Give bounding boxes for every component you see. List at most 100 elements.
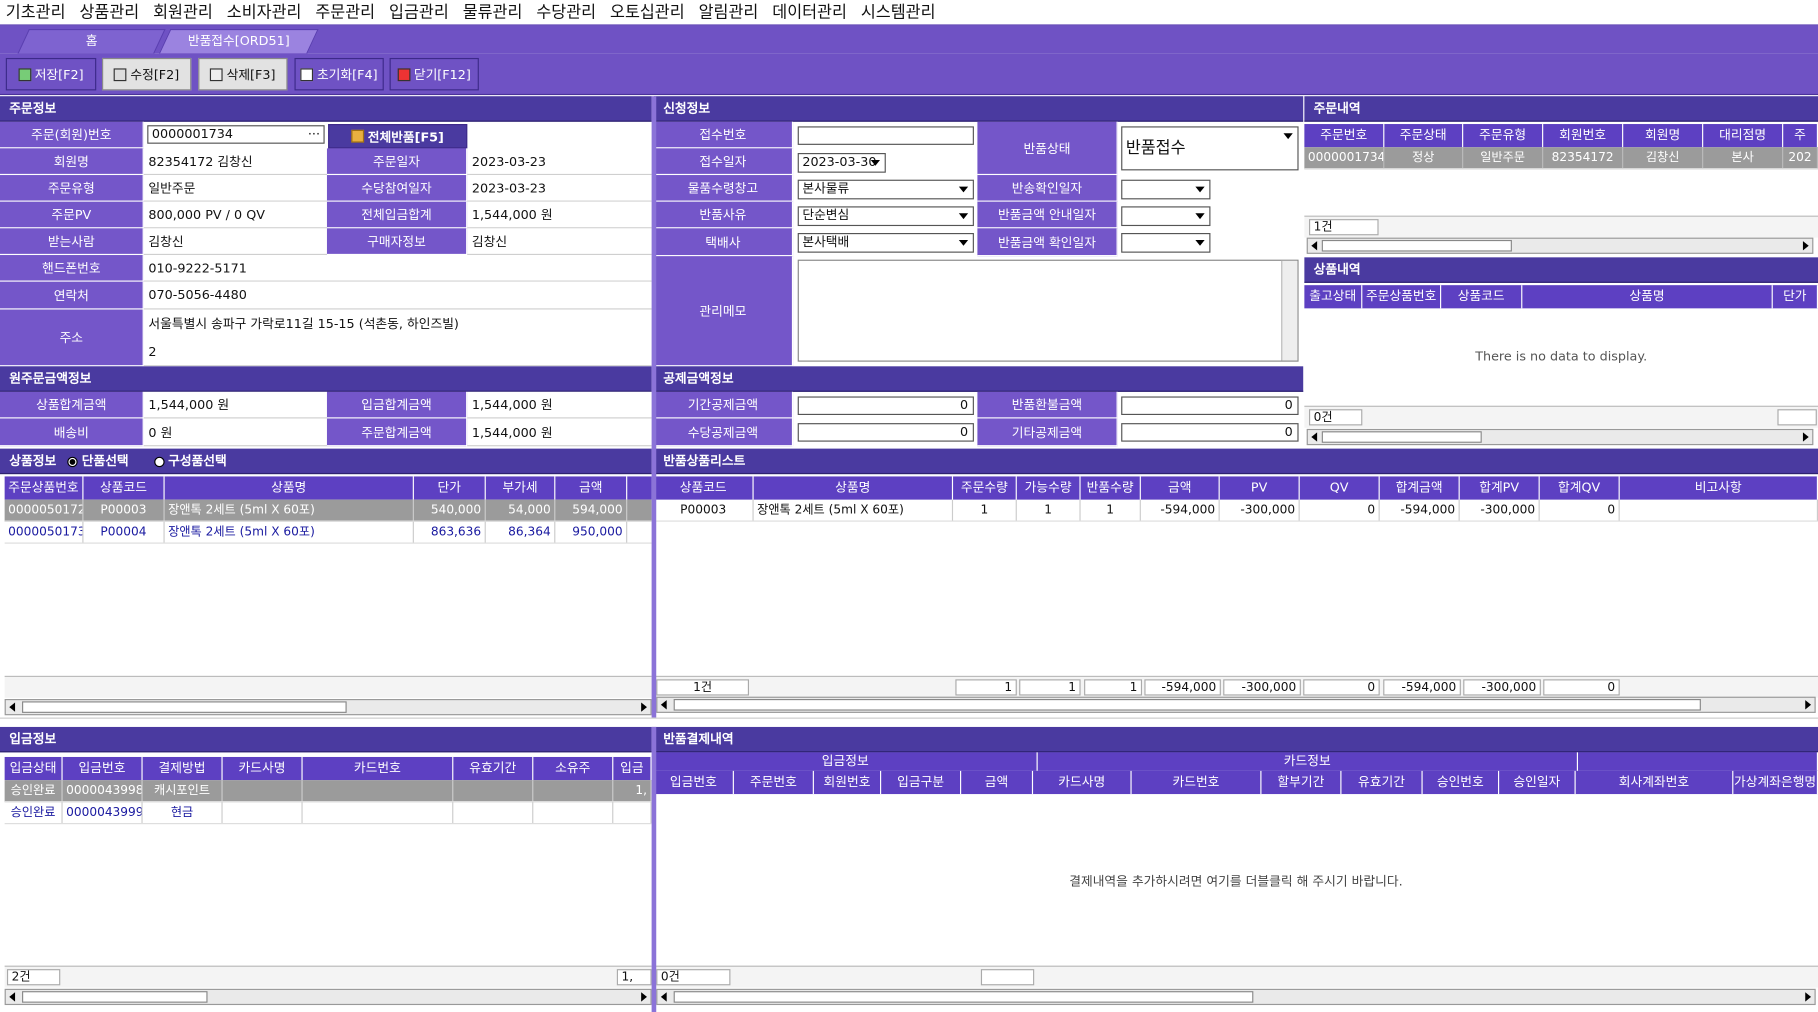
memo-scrollbar[interactable] (1281, 260, 1298, 361)
menu-item-0[interactable]: 기초관리 (0, 0, 74, 24)
single-product-radio[interactable] (67, 456, 79, 467)
column-header[interactable]: 단가 (414, 476, 486, 500)
horizontal-splitter[interactable] (0, 717, 1818, 727)
column-header[interactable]: 대리점명 (1703, 124, 1784, 148)
table-row[interactable]: P00003 장앤톡 2세트 (5ml X 60포) 1 1 1 -594,000 -300… (653, 499, 1818, 522)
ellipsis-icon[interactable]: ··· (308, 126, 320, 142)
scroll-left-icon[interactable] (9, 992, 16, 1002)
column-header[interactable]: QV (1300, 476, 1380, 500)
menu-item-5[interactable]: 입금관리 (383, 0, 457, 24)
courier-select[interactable]: 본사택배 (797, 233, 974, 253)
menu-item-3[interactable]: 소비자관리 (221, 0, 310, 24)
menu-item-6[interactable]: 물류관리 (457, 0, 531, 24)
scroll-right-icon[interactable] (641, 992, 647, 1002)
column-header[interactable]: 가상계좌은행명 (1733, 770, 1818, 795)
tab-home[interactable]: 홈 (17, 28, 166, 54)
horizontal-scrollbar[interactable] (656, 988, 1816, 1006)
column-header[interactable]: 입금상태 (5, 756, 63, 781)
reset-button[interactable]: 초기화[F4] (294, 57, 384, 91)
column-header[interactable]: PV (1220, 476, 1300, 500)
column-header[interactable]: 입금번호 (63, 756, 143, 781)
horizontal-scrollbar[interactable] (4, 988, 652, 1006)
menu-item-8[interactable]: 오토십관리 (604, 0, 693, 24)
scroll-left-icon[interactable] (660, 992, 667, 1002)
column-header[interactable]: 단가 (1773, 285, 1818, 309)
column-header[interactable]: 유효기간 (453, 756, 534, 781)
amount-confirm-date[interactable] (1121, 233, 1211, 253)
notice-date[interactable] (1121, 206, 1211, 227)
menu-item-1[interactable]: 상품관리 (74, 0, 148, 24)
order-no-input[interactable]: 0000001734 ··· (147, 125, 325, 144)
scroll-left-icon[interactable] (1311, 241, 1318, 251)
menu-item-9[interactable]: 알림관리 (693, 0, 767, 24)
column-header[interactable]: 할부기간 (1261, 770, 1342, 795)
column-header[interactable]: 소유주 (533, 756, 614, 781)
menu-item-10[interactable]: 데이터관리 (766, 0, 855, 24)
status-select[interactable]: 반품접수 (1121, 126, 1299, 171)
column-header[interactable]: 승인번호 (1423, 770, 1500, 795)
menu-item-2[interactable]: 회원관리 (147, 0, 221, 24)
empty-message[interactable]: 결제내역을 추가하시려면 여기를 더블클릭 해 주시기 바랍니다. (654, 872, 1818, 891)
receipt-date-picker[interactable]: 2023-03-30 (797, 153, 886, 173)
scroll-right-icon[interactable] (1805, 700, 1812, 710)
column-header[interactable]: 카드번호 (1132, 770, 1262, 795)
column-header[interactable]: 상품코드 (83, 476, 165, 500)
scroll-thumb[interactable] (22, 991, 208, 1003)
table-row[interactable]: 0000050173 P00004 장앤톡 2세트 (5ml X 60포) 863,6… (4, 521, 652, 544)
column-header[interactable]: 금액 (1141, 476, 1220, 500)
scroll-left-icon[interactable] (9, 702, 16, 712)
column-header[interactable]: 상품코드 (1441, 285, 1523, 309)
column-header[interactable]: 주문수량 (953, 476, 1017, 500)
memo-textarea[interactable] (797, 259, 1299, 362)
column-header[interactable]: 주문상태 (1384, 124, 1464, 148)
set-product-option[interactable]: 구성품선택 (168, 453, 227, 468)
horizontal-scrollbar[interactable] (1306, 428, 1814, 446)
scroll-thumb[interactable] (1321, 431, 1482, 443)
column-header[interactable]: 합계PV (1460, 476, 1540, 500)
menu-item-11[interactable]: 시스템관리 (855, 0, 944, 24)
column-header[interactable]: 결제방법 (143, 756, 223, 781)
column-header[interactable]: 부가세 (486, 476, 556, 500)
table-row[interactable]: 0000050172 P00003 장앤톡 2세트 (5ml X 60포) 540,0… (4, 499, 652, 522)
table-row[interactable]: 0000001734 정상 일반주문 82354172 김창신 본사 202 (1304, 147, 1818, 170)
edit-button[interactable]: 수정[F2] (102, 57, 192, 91)
column-header[interactable]: 상품명 (1522, 285, 1773, 309)
close-button[interactable]: 닫기[F12] (389, 57, 479, 91)
scroll-thumb[interactable] (673, 991, 1254, 1003)
column-header[interactable]: 금액 (555, 476, 628, 500)
commission-deduct-input[interactable]: 0 (797, 423, 974, 442)
column-header[interactable]: 회원번호 (814, 770, 882, 795)
column-header[interactable]: 주문상품번호 (1362, 285, 1442, 309)
column-header[interactable]: 주문유형 (1463, 124, 1544, 148)
scroll-left-icon[interactable] (660, 700, 667, 710)
scroll-right-icon[interactable] (1802, 241, 1809, 251)
column-header[interactable]: 상품코드 (654, 476, 754, 500)
column-header[interactable]: 상품명 (754, 476, 954, 500)
column-header[interactable]: 가능수량 (1017, 476, 1081, 500)
menu-item-4[interactable]: 주문관리 (310, 0, 384, 24)
scroll-thumb[interactable] (673, 699, 1701, 711)
table-row[interactable]: 승인완료 0000043998 캐시포인트 1, (4, 780, 652, 803)
column-header[interactable]: 회사계좌번호 (1576, 770, 1734, 795)
column-header[interactable]: 비고사항 (1620, 476, 1818, 500)
refund-input[interactable]: 0 (1121, 396, 1299, 416)
column-header[interactable]: 회원명 (1623, 124, 1704, 148)
save-button[interactable]: 저장[F2] (5, 57, 97, 91)
scroll-right-icon[interactable] (641, 702, 647, 712)
column-header[interactable]: 금액 (961, 770, 1034, 795)
column-header[interactable]: 카드사명 (1033, 770, 1132, 795)
column-header[interactable]: 카드사명 (223, 756, 303, 781)
scroll-thumb[interactable] (22, 701, 347, 713)
period-deduct-input[interactable]: 0 (797, 396, 974, 416)
column-header[interactable]: 출고상태 (1304, 285, 1363, 309)
delete-button[interactable]: 삭제[F3] (198, 57, 288, 91)
receipt-no-input[interactable] (797, 126, 974, 145)
column-header[interactable]: 입금번호 (654, 770, 734, 795)
full-return-button[interactable]: 전체반품[F5] (328, 124, 468, 149)
column-header[interactable]: 합계금액 (1380, 476, 1460, 500)
scroll-left-icon[interactable] (1311, 432, 1318, 442)
return-confirm-date[interactable] (1121, 179, 1211, 200)
menu-item-7[interactable]: 수당관리 (531, 0, 605, 24)
column-header[interactable]: 유효기간 (1341, 770, 1423, 795)
column-header[interactable]: 반품수량 (1081, 476, 1141, 500)
